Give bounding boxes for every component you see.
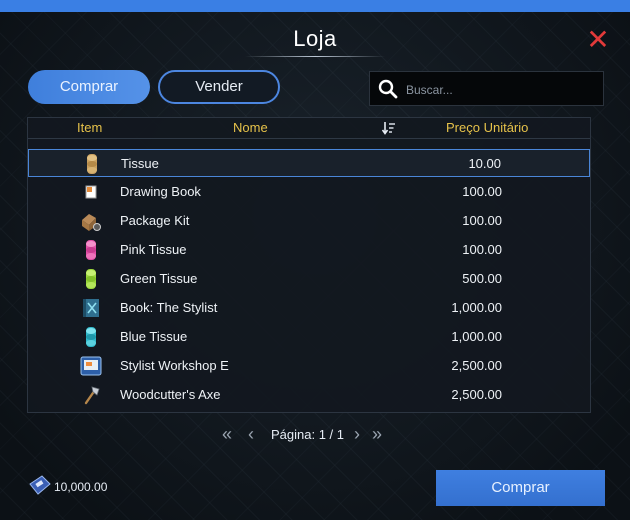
currency-ticket-icon — [29, 475, 51, 495]
window-title: Loja — [293, 26, 337, 51]
item-name: Blue Tissue — [120, 329, 188, 344]
drawing-book-icon — [85, 185, 97, 199]
item-name: Green Tissue — [120, 271, 198, 286]
last-page-icon[interactable]: » — [372, 424, 382, 445]
search-icon — [378, 79, 398, 99]
next-page-icon[interactable]: › — [354, 424, 360, 445]
column-header-item[interactable]: Item — [77, 120, 102, 135]
package-kit-icon — [82, 214, 101, 231]
page-indicator: Página: 1 / 1 — [271, 427, 344, 442]
table-row[interactable]: Woodcutter's Axe 2,500.00 — [28, 381, 590, 409]
axe-icon — [84, 386, 100, 405]
column-header-name[interactable]: Nome — [233, 120, 268, 135]
item-price: 2,500.00 — [451, 358, 502, 373]
item-name: Package Kit — [120, 213, 190, 228]
item-table: Item Nome Preço Unitário Tissue 10.00 Dr… — [27, 117, 591, 413]
item-price: 2,500.00 — [451, 387, 502, 402]
item-price: 100.00 — [462, 184, 502, 199]
item-price: 10.00 — [468, 156, 501, 171]
stylist-workshop-icon — [80, 356, 102, 376]
first-page-icon[interactable]: « — [222, 424, 232, 445]
item-price: 100.00 — [462, 242, 502, 257]
balance-amount: 10,000.00 — [54, 480, 108, 494]
item-price: 1,000.00 — [451, 300, 502, 315]
item-name: Tissue — [121, 156, 159, 171]
item-name: Woodcutter's Axe — [120, 387, 221, 402]
title-underline — [245, 56, 385, 57]
item-name: Book: The Stylist — [120, 300, 218, 315]
tab-buy[interactable]: Comprar — [28, 70, 150, 104]
table-row[interactable]: Stylist Workshop E 2,500.00 — [28, 352, 590, 380]
prev-page-icon[interactable]: ‹ — [248, 424, 254, 445]
item-name: Pink Tissue — [120, 242, 187, 257]
blue-tissue-icon — [86, 327, 96, 347]
item-price: 100.00 — [462, 213, 502, 228]
search-input[interactable] — [404, 78, 598, 102]
sort-descending-icon[interactable] — [382, 121, 396, 135]
tissue-roll-icon — [87, 154, 97, 174]
green-tissue-icon — [86, 269, 96, 289]
table-row[interactable]: Package Kit 100.00 — [28, 207, 590, 235]
table-row[interactable]: Drawing Book 100.00 — [28, 178, 590, 206]
item-price: 1,000.00 — [451, 329, 502, 344]
item-price: 500.00 — [462, 271, 502, 286]
tab-sell[interactable]: Vender — [158, 70, 280, 104]
stylist-book-icon — [83, 299, 99, 317]
search-box[interactable] — [369, 71, 604, 106]
table-row[interactable]: Pink Tissue 100.00 — [28, 236, 590, 264]
shop-window: Loja ✕ Comprar Vender Item Nome Preço Un… — [0, 12, 630, 520]
column-header-price[interactable]: Preço Unitário — [446, 120, 528, 135]
table-row[interactable]: Green Tissue 500.00 — [28, 265, 590, 293]
pagination: « ‹ Página: 1 / 1 › » — [222, 424, 402, 446]
table-row[interactable]: Book: The Stylist 1,000.00 — [28, 294, 590, 322]
table-row[interactable]: Blue Tissue 1,000.00 — [28, 323, 590, 351]
close-icon[interactable]: ✕ — [586, 26, 610, 54]
table-header: Item Nome Preço Unitário — [28, 118, 590, 139]
table-row[interactable]: Tissue 10.00 — [28, 149, 590, 177]
item-name: Drawing Book — [120, 184, 201, 199]
buy-button[interactable]: Comprar — [436, 470, 605, 506]
pink-tissue-icon — [86, 240, 96, 260]
item-name: Stylist Workshop E — [120, 358, 229, 373]
top-accent-bar — [0, 0, 630, 12]
